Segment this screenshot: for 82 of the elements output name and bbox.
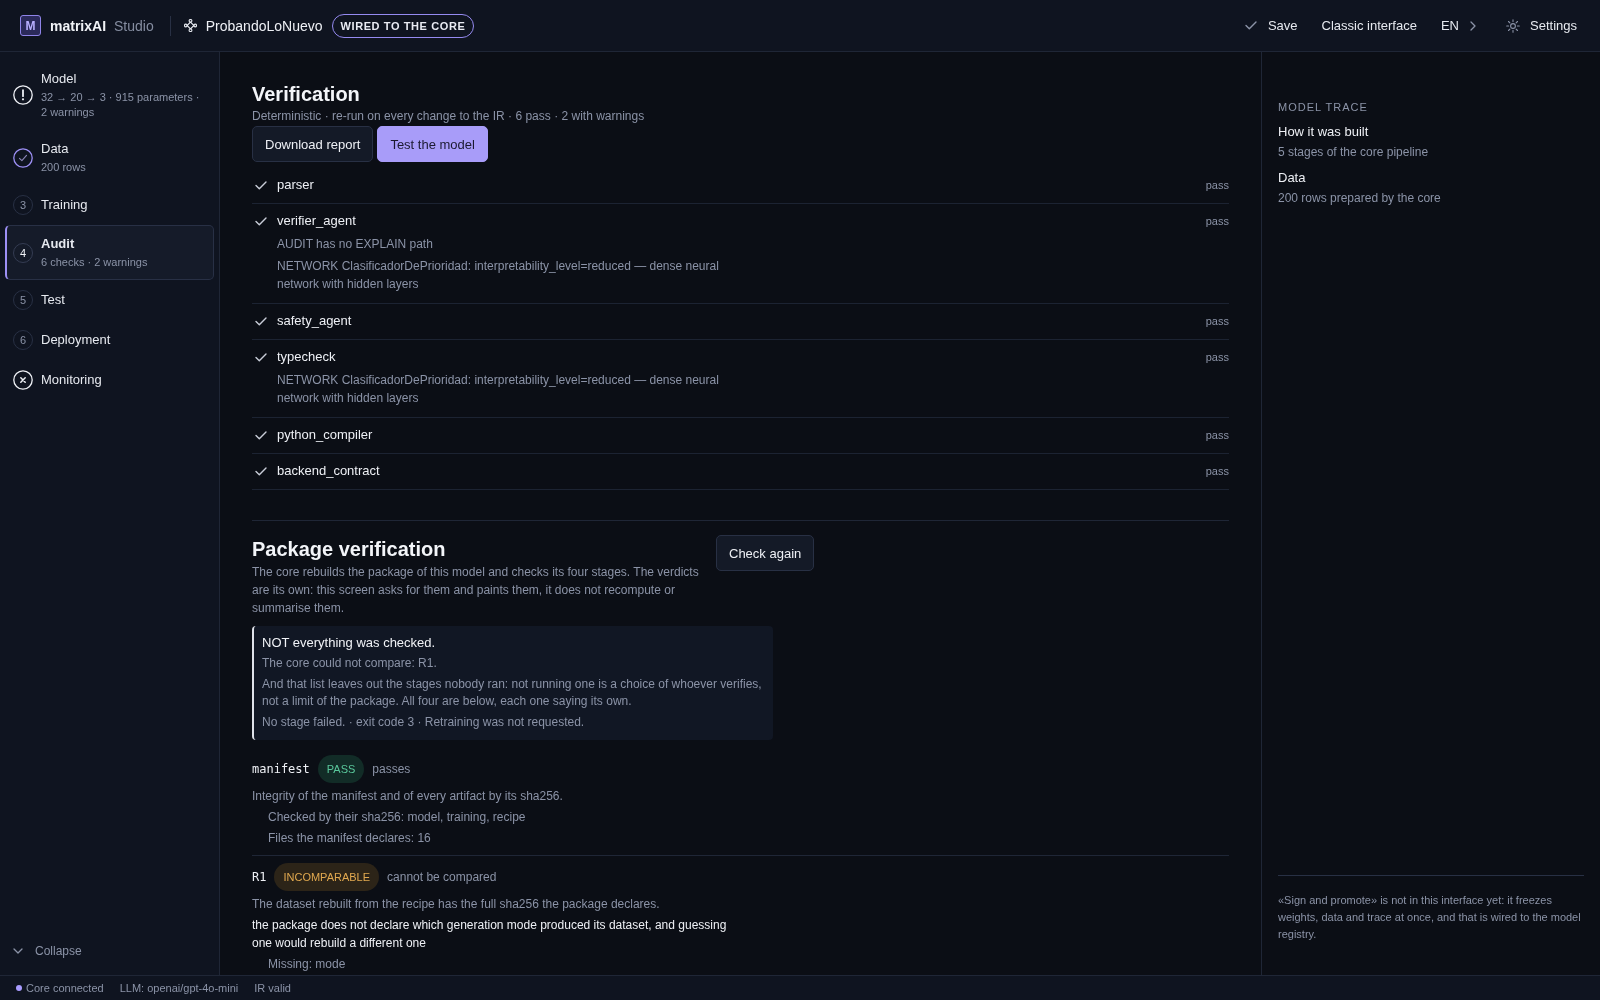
trace-title: Data bbox=[1278, 170, 1307, 186]
nav-detail: 200 rows bbox=[41, 160, 86, 175]
nav-label: Data bbox=[41, 140, 69, 158]
check-detail: AUDIT has no EXPLAIN path bbox=[277, 236, 434, 253]
project-name: ProbandoLoNuevo bbox=[205, 17, 323, 34]
stage-detail: Files the manifest declares: 16 bbox=[267, 830, 432, 847]
stage-reason: the package does not declare which generation mode produced its dataset, and guessing one would rebuild a different one bbox=[252, 917, 728, 952]
verdict-badge: INCOMPARABLE bbox=[274, 863, 380, 891]
app-name: matrixAI bbox=[50, 17, 107, 34]
notice-title: NOT everything was checked. bbox=[262, 635, 437, 651]
check-name: verifier_agent bbox=[277, 213, 356, 229]
panel-note: «Sign and promote» is not in this interface yet: it freezes weights, data and trace at once, and that is wired to the model registry. bbox=[1278, 893, 1582, 942]
check-result: pass bbox=[1205, 315, 1229, 327]
stage-name: R1 bbox=[252, 870, 267, 884]
nav-detail: 32 → 20 → 3 · 915 parameters · 2 warnings bbox=[41, 90, 201, 120]
nav-item[interactable]: 6 Deployment bbox=[5, 320, 214, 360]
notice-text: And that list leaves out the stages nobody ran: not running one is a choice of whoever verifies, not a limit of the package. All four are below, each one saying its own. bbox=[262, 676, 763, 710]
check-name: parser bbox=[277, 177, 314, 193]
check-result: pass bbox=[1205, 179, 1229, 191]
check-name: typecheck bbox=[277, 349, 336, 365]
check-detail: NETWORK ClasificadorDePrioridad: interpretability_level=reduced — dense neural network with hidden layers bbox=[277, 372, 720, 407]
classic-interface-link[interactable]: Classic interface bbox=[1321, 18, 1417, 33]
check-name: python_compiler bbox=[277, 427, 373, 443]
check-icon bbox=[1244, 21, 1257, 30]
logo-mark: M bbox=[20, 15, 41, 36]
stage-detail: Missing: mode bbox=[267, 956, 347, 973]
nav-label: Monitoring bbox=[41, 371, 102, 389]
stage-detail: Checked by their sha256: model, training, recipe bbox=[267, 809, 527, 826]
settings-icon bbox=[1506, 18, 1520, 33]
section-subtitle: Deterministic · re-run on every change to the IR · 6 pass · 2 with warnings bbox=[252, 108, 646, 124]
verdict-summary: passes bbox=[372, 762, 411, 776]
section-description: The core rebuilds the package of this model and checks its four stages. The verdicts are its own: this screen asks for them and paints them, it does not recompute or summarise them. bbox=[252, 564, 700, 617]
language-selector[interactable]: EN bbox=[1440, 18, 1476, 33]
nav-label: Model bbox=[41, 70, 77, 88]
warning-icon bbox=[13, 85, 33, 105]
nav-label: Test bbox=[41, 291, 65, 309]
chevron-down-icon bbox=[13, 948, 23, 954]
notice-text: No stage failed. · exit code 3 · Retraining was not requested. bbox=[262, 714, 586, 731]
check-result: pass bbox=[1205, 351, 1229, 363]
check-name: backend_contract bbox=[277, 463, 380, 479]
notice-text: The core could not compare: R1. bbox=[262, 655, 438, 672]
trace-title: How it was built bbox=[1278, 124, 1370, 140]
status-text: IR valid bbox=[254, 982, 291, 994]
status-text: LLM: openai/gpt-4o-mini bbox=[119, 982, 239, 994]
status-text: Core connected bbox=[26, 982, 104, 994]
nav-item[interactable]: 3 Training bbox=[5, 185, 214, 225]
check-name: safety_agent bbox=[277, 313, 352, 329]
check-again-button[interactable]: Check again bbox=[716, 535, 815, 571]
nav-item[interactable]: Data 200 rows bbox=[5, 130, 214, 185]
check-circle-icon bbox=[13, 147, 33, 168]
nav-label: Deployment bbox=[41, 331, 111, 349]
trace-detail: 5 stages of the core pipeline bbox=[1278, 144, 1430, 160]
stage-description: Integrity of the manifest and of every artifact by its sha256. bbox=[252, 788, 564, 805]
stage-name: manifest bbox=[252, 762, 310, 776]
collapse-button[interactable]: Collapse bbox=[5, 944, 90, 958]
status-dot-icon bbox=[16, 985, 22, 991]
nav-label: Training bbox=[41, 196, 88, 214]
action-button[interactable]: Test the model bbox=[377, 126, 488, 162]
verdict-badge: PASS bbox=[317, 755, 365, 783]
save-button[interactable]: Save bbox=[1244, 18, 1298, 33]
settings-button[interactable]: Settings bbox=[1506, 18, 1577, 33]
verdict-summary: cannot be compared bbox=[387, 870, 497, 884]
nav-item[interactable]: 5 Test bbox=[5, 280, 214, 320]
app-edition: Studio bbox=[114, 17, 154, 34]
section-title: Package verification bbox=[252, 537, 447, 561]
nav-item[interactable]: 4 Audit 6 checks · 2 warnings bbox=[5, 225, 214, 280]
graph-icon bbox=[183, 19, 197, 32]
trace-detail: 200 rows prepared by the core bbox=[1278, 190, 1442, 206]
nav-item[interactable]: Monitoring bbox=[5, 360, 214, 400]
check-detail: NETWORK ClasificadorDePrioridad: interpretability_level=reduced — dense neural network with hidden layers bbox=[277, 258, 720, 293]
error-icon bbox=[13, 370, 33, 390]
nav-item[interactable]: Model 32 → 20 → 3 · 915 parameters · 2 warnings bbox=[5, 60, 214, 130]
panel-heading: MODEL TRACE bbox=[1278, 100, 1369, 114]
section-title: Verification bbox=[252, 82, 361, 106]
check-result: pass bbox=[1205, 465, 1229, 477]
check-result: pass bbox=[1205, 429, 1229, 441]
nav-detail: 6 checks · 2 warnings bbox=[41, 255, 148, 270]
stage-description: The dataset rebuilt from the recipe has the full sha256 the package declares. bbox=[252, 896, 661, 913]
action-button[interactable]: Download report bbox=[252, 126, 374, 162]
chevron-right-icon bbox=[1470, 20, 1476, 31]
check-result: pass bbox=[1205, 215, 1229, 227]
nav-label: Audit bbox=[41, 235, 75, 253]
